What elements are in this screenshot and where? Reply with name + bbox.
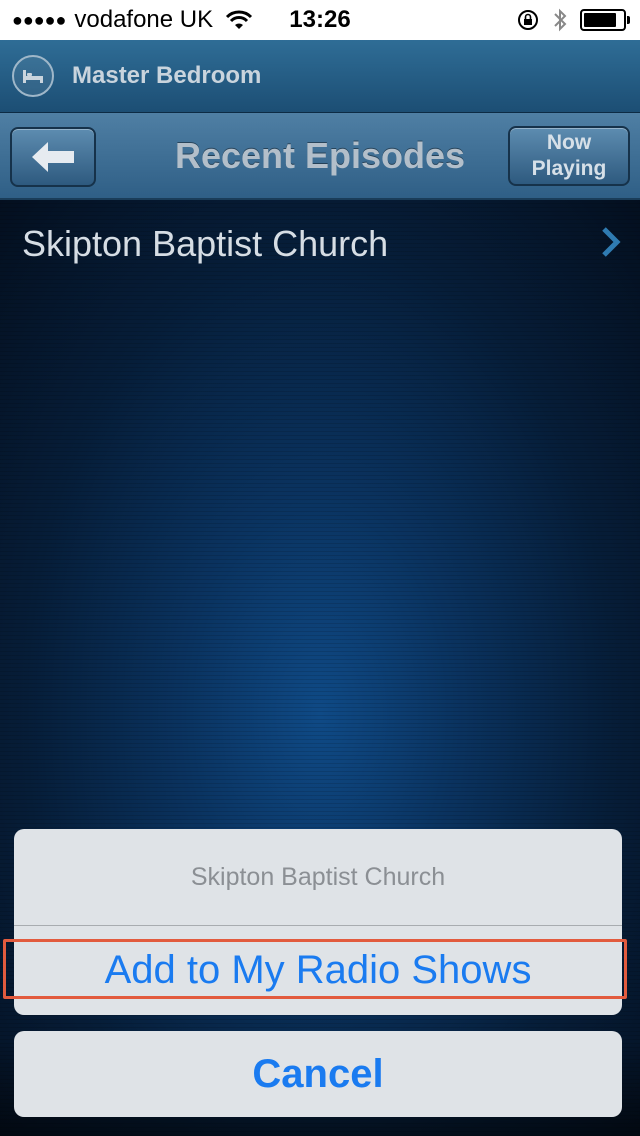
rotation-lock-icon: [518, 10, 538, 30]
carrier-name: vodafone UK: [74, 6, 214, 33]
chevron-right-icon: [602, 227, 621, 257]
signal-icon: ●●●●●: [12, 10, 67, 30]
list-item[interactable]: Skipton Baptist Church: [0, 200, 640, 288]
status-bar: ●●●●● vodafone UK 13:26: [0, 0, 640, 40]
room-title: Master Bedroom: [72, 62, 262, 89]
status-left: ●●●●● vodafone UK: [12, 0, 263, 40]
battery-level: [584, 13, 616, 27]
room-header[interactable]: Master Bedroom: [0, 40, 640, 113]
back-button[interactable]: [10, 127, 96, 187]
now-playing-line1: Now: [546, 131, 592, 154]
bluetooth-icon: [554, 8, 567, 32]
now-playing-line2: Playing: [531, 157, 607, 180]
back-arrow-icon: [32, 142, 74, 172]
battery-icon: [580, 9, 630, 31]
list-item-label: Skipton Baptist Church: [22, 223, 389, 264]
page-title: Recent Episodes: [174, 135, 466, 176]
nav-bar: Recent Episodes Now Playing: [0, 113, 640, 200]
cancel-button[interactable]: Cancel: [14, 1031, 622, 1117]
now-playing-button[interactable]: Now Playing: [508, 126, 630, 186]
status-right: [516, 0, 630, 40]
highlight-box: [3, 939, 627, 999]
action-sheet-title: Skipton Baptist Church: [14, 829, 622, 926]
bed-icon: [12, 55, 54, 97]
wifi-icon: [226, 10, 253, 29]
